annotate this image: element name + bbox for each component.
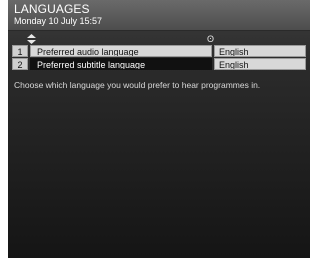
row-number: 1 [12, 45, 28, 57]
setting-value[interactable]: English [214, 45, 306, 57]
row-number: 2 [12, 58, 28, 70]
info-icon: ʘ [207, 34, 215, 44]
page-title: LANGUAGES [14, 2, 90, 16]
tv-menu-screen: LANGUAGES Monday 10 July 15:57 ʘ 1 Prefe… [8, 0, 310, 258]
setting-label[interactable]: Preferred subtitle language [30, 58, 212, 70]
menu-header: LANGUAGES Monday 10 July 15:57 [8, 0, 310, 31]
setting-value[interactable]: English [214, 58, 306, 70]
up-down-arrows-icon [27, 34, 36, 44]
setting-label[interactable]: Preferred audio language [30, 45, 212, 57]
date-time: Monday 10 July 15:57 [14, 16, 103, 26]
help-text: Choose which language you would prefer t… [14, 80, 261, 90]
